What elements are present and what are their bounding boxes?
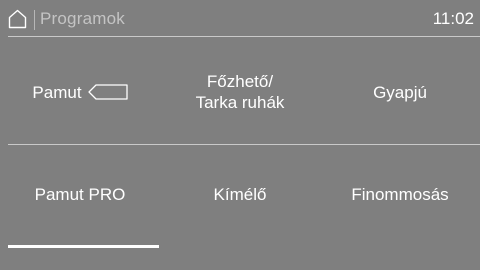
program-tile-pamut[interactable]: Pamut bbox=[0, 40, 160, 144]
breadcrumb: Programok bbox=[40, 9, 125, 28]
tag-icon bbox=[87, 84, 128, 100]
program-label: Főzhető/ Tarka ruhák bbox=[195, 72, 285, 112]
clock: 11:02 bbox=[432, 9, 474, 28]
program-tile-fozheto-tarka[interactable]: Főzhető/ Tarka ruhák bbox=[160, 40, 320, 144]
header-divider bbox=[8, 36, 480, 37]
status-bar: Programok 11:02 bbox=[0, 0, 480, 34]
status-divider bbox=[34, 10, 35, 30]
home-icon[interactable] bbox=[8, 9, 27, 29]
program-label: Pamut bbox=[32, 82, 82, 102]
program-selection-screen: Programok 11:02 Pamut Főzhető/ Tarka ruh… bbox=[0, 0, 480, 270]
page-indicator[interactable] bbox=[8, 245, 480, 248]
program-tile-kimelo[interactable]: Kímélő bbox=[160, 142, 320, 246]
program-tile-finommosas[interactable]: Finommosás bbox=[320, 142, 480, 246]
program-label: Pamut PRO bbox=[34, 184, 126, 204]
program-tile-pamut-pro[interactable]: Pamut PRO bbox=[0, 142, 160, 246]
page-indicator-fill bbox=[8, 245, 159, 248]
program-tile-gyapju[interactable]: Gyapjú bbox=[320, 40, 480, 144]
program-label: Kímélő bbox=[213, 184, 267, 204]
program-label: Finommosás bbox=[351, 184, 449, 204]
program-label: Gyapjú bbox=[373, 82, 427, 102]
